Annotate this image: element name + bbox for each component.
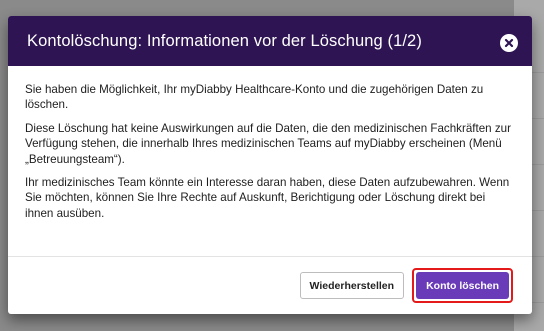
close-button[interactable] bbox=[500, 33, 518, 52]
highlight-frame: Konto löschen bbox=[412, 268, 513, 303]
modal-header: Kontolöschung: Informationen vor der Lös… bbox=[8, 16, 532, 66]
info-paragraph: Sie haben die Möglichkeit, Ihr myDiabby … bbox=[25, 83, 484, 112]
delete-account-button[interactable]: Konto löschen bbox=[416, 272, 509, 299]
modal-title: Kontolöschung: Informationen vor der Lös… bbox=[27, 31, 422, 50]
info-paragraph: Diese Löschung hat keine Auswirkungen au… bbox=[25, 121, 511, 166]
restore-button[interactable]: Wiederherstellen bbox=[299, 272, 405, 299]
close-circle-icon bbox=[504, 38, 514, 47]
info-paragraph: Ihr medizinisches Team könnte ein Intere… bbox=[25, 176, 510, 220]
modal-body: Sie haben die Möglichkeit, Ihr myDiabby … bbox=[8, 66, 532, 256]
account-deletion-modal: Kontolöschung: Informationen vor der Lös… bbox=[8, 16, 532, 314]
modal-footer: Wiederherstellen Konto löschen bbox=[8, 257, 532, 314]
